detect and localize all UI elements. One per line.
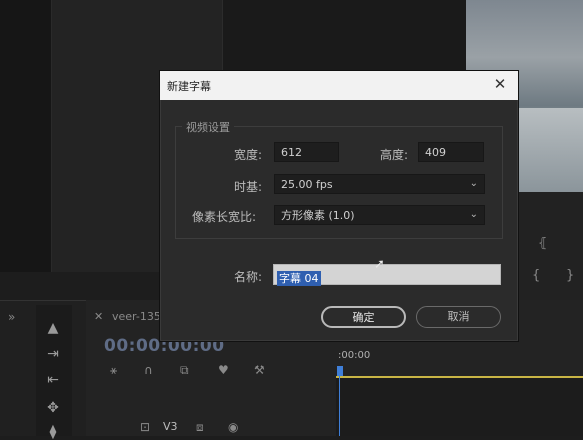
razor-tool-icon[interactable]: ⧫ [45,424,61,440]
name-value-selected: 字幕 04 [277,271,321,286]
sequence-tab[interactable]: veer-135 [112,310,161,323]
track-area[interactable] [336,376,583,436]
ripple-edit-tool-icon[interactable]: ⇤ [45,372,61,388]
height-value: 409 [425,146,446,159]
track-label-v3[interactable]: V3 [163,420,178,433]
snap-icon[interactable]: ∩ [144,363,153,377]
chevron-down-icon: ⌄ [469,178,478,189]
add-marker-icon[interactable]: ♥ [218,363,229,377]
width-value: 612 [281,146,302,159]
width-field[interactable]: 612 [274,142,339,162]
height-label: 高度: [380,148,409,162]
eye-icon[interactable]: ◉ [228,420,238,434]
pixel-aspect-value: 方形像素 (1.0) [281,209,355,222]
nest-icon[interactable]: ⚹ [110,363,117,378]
linked-selection-icon[interactable]: ⧉ [180,363,189,378]
timebase-value: 25.00 fps [281,178,333,191]
pixel-aspect-select[interactable]: 方形像素 (1.0) ⌄ [274,205,485,225]
settings-wrench-icon[interactable]: ⚒ [254,363,265,377]
close-tab-icon[interactable]: ✕ [94,310,103,323]
ok-button[interactable]: 确定 [321,306,406,328]
name-label: 名称: [234,270,263,284]
panel-header-area [222,0,466,72]
pixel-aspect-label: 像素长宽比: [192,210,257,224]
timebase-label: 时基: [234,180,263,194]
track-select-tool-icon[interactable]: ⇥ [45,346,61,362]
playhead-line [339,376,340,436]
project-panel [0,0,52,272]
lock-icon[interactable]: ⊡ [140,420,150,434]
playhead[interactable] [337,366,343,376]
selection-tool-icon[interactable]: ▲ [45,320,61,336]
panel-overflow-chevron-icon[interactable]: » [8,310,15,324]
timebase-select[interactable]: 25.00 fps ⌄ [274,174,485,194]
ruler-timecode: :00:00 [338,350,371,361]
mark-in-icon[interactable]: ⦃ [538,236,548,251]
height-field[interactable]: 409 [418,142,484,162]
dialog-titlebar[interactable] [160,71,518,100]
rate-stretch-tool-icon[interactable]: ✥ [45,400,61,416]
name-input[interactable]: 字幕 04 [273,264,501,286]
width-label: 宽度: [234,148,263,162]
close-icon[interactable]: ✕ [492,76,508,92]
bracket-icon[interactable]: { [532,268,540,283]
video-settings-title: 视频设置 [182,119,234,135]
sync-lock-icon[interactable]: ⧈ [196,420,204,435]
chevron-down-icon: ⌄ [469,209,478,220]
dialog-title: 新建字幕 [167,80,211,93]
mark-out-icon[interactable]: } [566,268,574,283]
cancel-button[interactable]: 取消 [416,306,501,328]
mouse-cursor-icon: ➚ [374,257,385,272]
